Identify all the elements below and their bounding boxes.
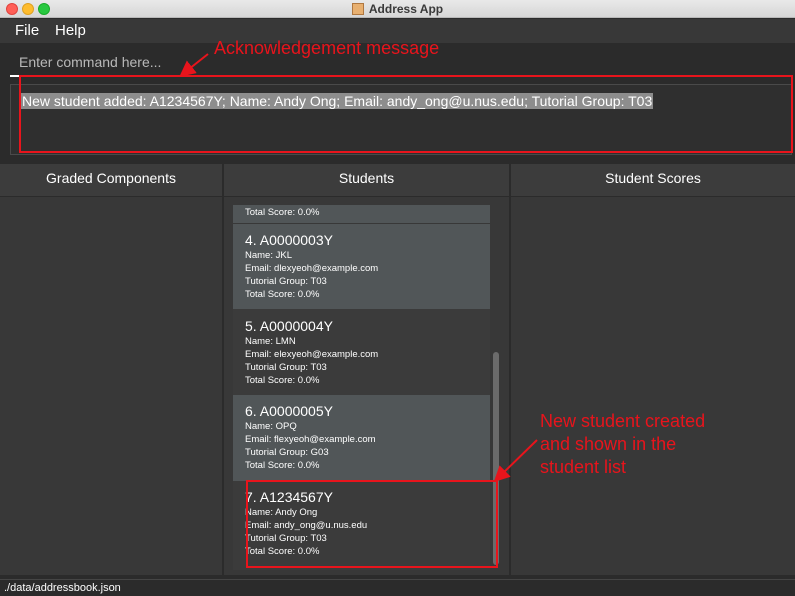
annotation-ack-label: Acknowledgement message [214,38,440,58]
panel-divider [222,164,224,575]
graded-components-panel [0,197,222,575]
student-card[interactable]: 4. A0000003Y Name: JKL Email: dlexyeoh@e… [233,224,490,309]
student-tutorial-group: Tutorial Group: T03 [245,276,327,287]
students-header: Students [224,164,509,196]
student-email: Email: elexyeoh@example.com [245,349,379,360]
menu-file[interactable]: File [15,22,39,39]
panel-divider [509,164,511,575]
menu-help[interactable]: Help [55,22,86,39]
window-title: Address App [0,2,795,16]
student-scores-panel [511,197,795,575]
student-tutorial-group: Tutorial Group: T03 [245,362,327,373]
student-card[interactable]: 5. A0000004Y Name: LMN Email: elexyeoh@e… [233,309,490,395]
student-email: Email: dlexyeoh@example.com [245,263,379,274]
student-name: Name: LMN [245,336,296,347]
annotation-new-student-line2: and shown in the [540,434,677,454]
student-score: Total Score: 0.0% [245,207,320,218]
student-id-title: 6. A0000005Y [245,403,333,419]
status-bar: ./data/addressbook.json [0,579,795,596]
student-score: Total Score: 0.0% [245,375,320,386]
title-bar: Address App [0,0,795,18]
annotation-new-student-line3: student list [540,457,627,477]
annotation-box-result [19,75,793,153]
student-score: Total Score: 0.0% [245,460,320,471]
student-scores-header: Student Scores [511,164,795,196]
save-location: ./data/addressbook.json [4,582,121,594]
student-email: Email: flexyeoh@example.com [245,434,376,445]
window-title-text: Address App [368,2,444,16]
app-icon [351,3,364,15]
student-score: Total Score: 0.0% [245,289,320,300]
student-name: Name: OPQ [245,421,297,432]
student-card[interactable]: 6. A0000005Y Name: OPQ Email: flexyeoh@e… [233,395,490,481]
student-card-partial[interactable]: Total Score: 0.0% [233,205,490,223]
student-id-title: 5. A0000004Y [245,318,333,334]
student-tutorial-group: Tutorial Group: G03 [245,447,329,458]
student-name: Name: JKL [245,250,292,261]
annotation-box-new-student [246,480,498,568]
student-id-title: 4. A0000003Y [245,232,333,248]
graded-components-header: Graded Components [0,164,222,196]
annotation-new-student-line1: New student created [540,411,706,431]
